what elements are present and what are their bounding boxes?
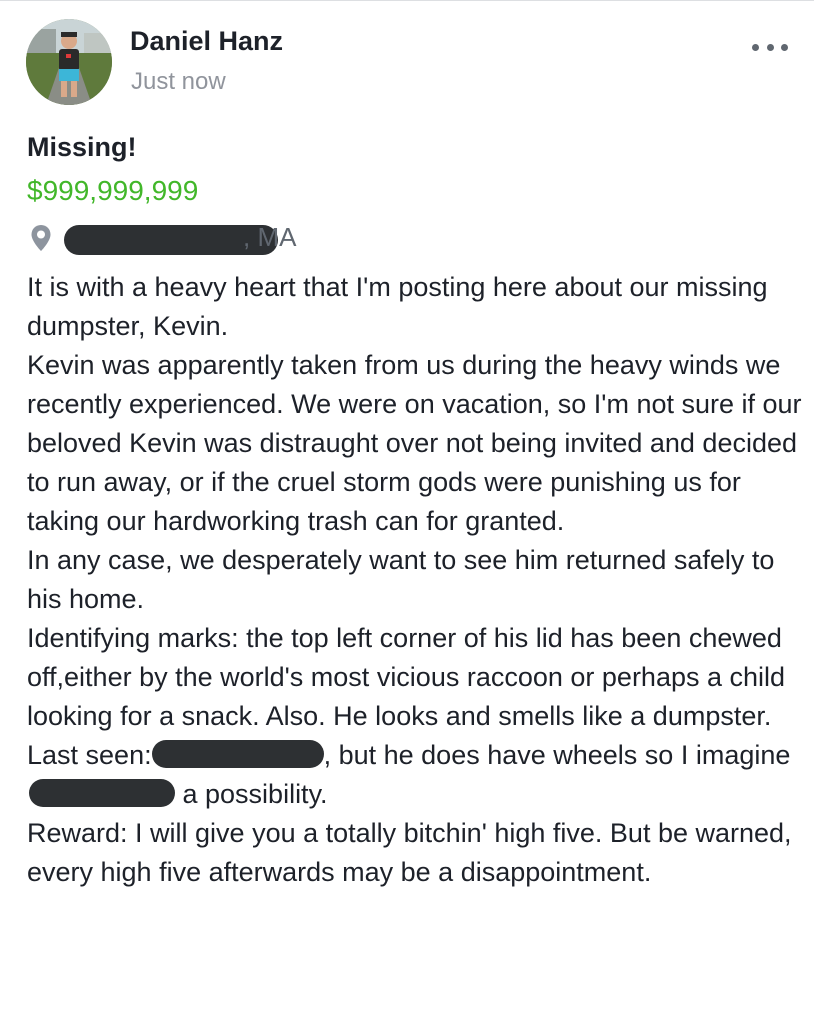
redacted-text — [29, 778, 175, 807]
last-seen-paragraph: Last seen: , but he does have wheels so I… — [27, 736, 807, 814]
reward-paragraph: Reward: I will give you a totally bitchi… — [27, 818, 800, 887]
more-horizontal-icon — [766, 43, 774, 51]
post-timestamp[interactable]: Just now — [131, 68, 226, 96]
description-paragraph: Identifying marks: the top left corner o… — [27, 623, 793, 731]
marketplace-post: Daniel Hanz Just now Missing! $999,999,9… — [0, 0, 814, 1024]
more-horizontal-icon — [752, 43, 759, 51]
listing-description: It is with a heavy heart that I'm postin… — [27, 268, 807, 892]
description-paragraph: Kevin was apparently taken from us durin… — [27, 350, 810, 536]
last-seen-label: Last seen: — [27, 740, 152, 770]
description-paragraph: It is with a heavy heart that I'm postin… — [27, 272, 776, 341]
last-seen-end: a possibility. — [175, 779, 328, 809]
listing-location[interactable]: , MA — [30, 222, 430, 256]
more-options-button[interactable] — [752, 34, 788, 60]
location-state: , MA — [243, 222, 297, 252]
redacted-location — [151, 739, 324, 768]
author-name[interactable]: Daniel Hanz — [130, 26, 283, 57]
last-seen-text: , but he does have wheels so I imagine — [323, 740, 791, 770]
listing-title: Missing! — [27, 132, 137, 162]
listing-price: $999,999,999 — [27, 175, 199, 206]
location-pin-icon — [31, 225, 51, 251]
more-horizontal-icon — [781, 43, 788, 51]
avatar[interactable] — [26, 19, 112, 105]
description-paragraph: In any case, we desperately want to see … — [27, 545, 782, 614]
